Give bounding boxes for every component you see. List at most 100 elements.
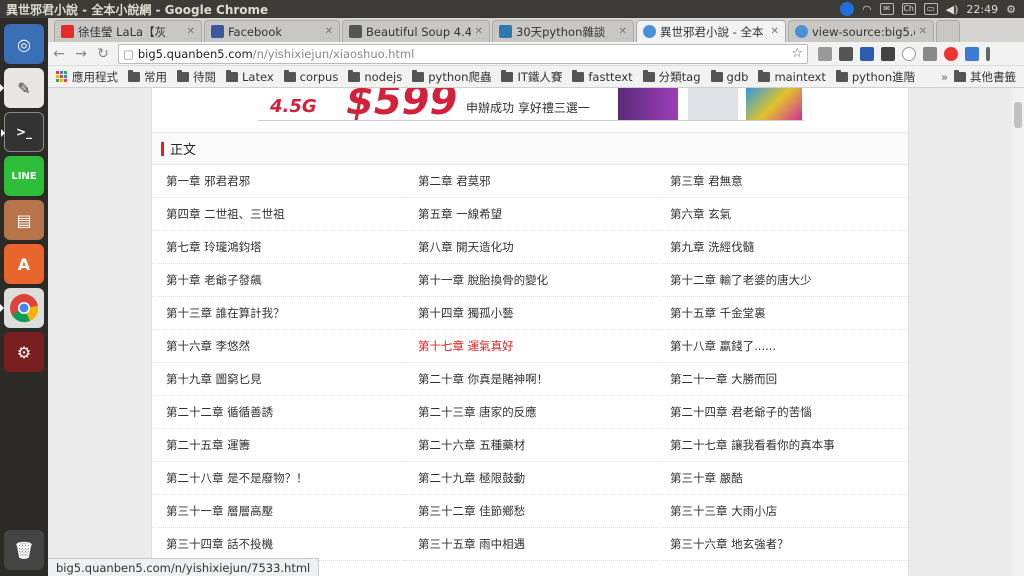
chapter-link[interactable]: 第十九章 圖窮匕見 [152,363,404,396]
extension-icon[interactable] [965,46,979,61]
apps-icon[interactable] [56,70,68,83]
bookmark-folder[interactable]: 常用 [128,69,167,85]
close-tab-icon[interactable]: ✕ [321,26,333,37]
bookmark-apps[interactable]: 應用程式 [72,69,118,85]
bookmark-folder[interactable]: maintext [758,69,826,84]
chapter-link[interactable]: 第十二章 輸了老婆的唐大少 [656,264,908,297]
chapter-link[interactable]: 第二十八章 是不是廢物？！ [152,462,404,495]
chapter-link[interactable]: 第十一章 脫胎換骨的變化 [404,264,656,297]
volume-icon[interactable]: ◀) [946,3,959,16]
tab-facebook[interactable]: Facebook ✕ [204,20,340,42]
chapter-link[interactable]: 第一章 邪君君邪 [152,165,404,198]
bookmark-folder[interactable]: gdb [710,69,748,84]
chapter-link[interactable]: 第二十章 你真是賭神啊！ [404,363,656,396]
tab-novel[interactable]: 異世邪君小說 - 全本 ✕ [636,20,786,42]
chapter-link[interactable]: 第十七章 運氣真好 [404,330,656,363]
bookmark-folder[interactable]: 待閱 [177,69,216,85]
extension-icon[interactable] [881,46,895,61]
chapter-link[interactable]: 第三十一章 層層高壓 [152,495,404,528]
scrollbar-thumb[interactable] [1014,102,1022,128]
ubuntu-dash-icon[interactable]: ◎ [4,24,44,64]
wifi-icon[interactable]: ◠ [862,3,872,16]
status-icon[interactable] [840,2,855,16]
extension-icon[interactable] [944,46,958,61]
page-scrollbar[interactable] [1012,88,1024,576]
bookmark-folder[interactable]: python爬蟲 [412,69,491,85]
reload-button[interactable]: ↻ [92,46,114,62]
chapter-link[interactable]: 第二十二章 循循善誘 [152,396,404,429]
line-app-icon[interactable]: LINE [4,156,44,196]
chapter-link[interactable]: 第十章 老爺子發飆 [152,264,404,297]
bookmark-folder[interactable]: corpus [283,69,338,84]
chapter-link[interactable]: 第三十二章 佳節鄉愁 [404,495,656,528]
other-bookmarks[interactable]: 其他書籤 [954,69,1016,85]
new-tab-button[interactable] [936,20,960,42]
ad-banner[interactable]: 4.5G $599 申辦成功 享好禮三選一 [258,88,804,121]
text-editor-icon[interactable]: ✎ [0,68,44,108]
close-tab-icon[interactable]: ✕ [767,26,779,37]
bookmark-folder[interactable]: python進階 [835,69,915,85]
file-manager-icon[interactable]: ▤ [4,200,44,240]
chapter-link[interactable]: 第二章 君莫邪 [404,165,656,198]
battery-icon[interactable]: ▭ [923,3,938,15]
tab-ithelp[interactable]: 30天python雜談 ✕ [492,20,634,42]
address-bar[interactable]: ▢ big5.quanben5.com/n/yishixiejun/xiaosh… [118,43,808,64]
chapter-link[interactable]: 第十六章 李悠然 [152,330,404,363]
chapter-link[interactable]: 第六章 玄氣 [656,198,908,231]
chapter-link[interactable]: 第三十五章 雨中相遇 [404,528,656,561]
chapter-link[interactable]: 第十八章 贏錢了...... [656,330,908,363]
chrome-icon[interactable] [0,288,44,328]
mail-icon[interactable]: ✉ [879,3,894,15]
extension-icon[interactable] [923,46,937,61]
chapter-link[interactable]: 第二十九章 極限鼓動 [404,462,656,495]
close-tab-icon[interactable]: ✕ [471,26,483,37]
bookmarks-overflow-button[interactable]: » [941,70,948,84]
tab-view-source[interactable]: view-source:big5.q ✕ [788,20,934,42]
chapter-link[interactable]: 第八章 開天造化功 [404,231,656,264]
tab-beautiful-soup[interactable]: Beautiful Soup 4.4 ✕ [342,20,490,42]
chapter-link[interactable]: 第十五章 千金堂裏 [656,297,908,330]
chapter-link[interactable]: 第三章 君無意 [656,165,908,198]
clock[interactable]: 22:49 [966,3,998,16]
close-tab-icon[interactable]: ✕ [183,26,195,37]
close-tab-icon[interactable]: ✕ [915,26,927,37]
system-settings-icon[interactable]: ⚙ [4,332,44,372]
bookmark-folder[interactable]: 分類tag [642,69,701,85]
extension-icon[interactable] [860,46,874,61]
chapter-link[interactable]: 第三十章 嚴酷 [656,462,908,495]
bookmark-folder[interactable]: fasttext [572,69,633,84]
extension-icon[interactable] [839,46,853,61]
bookmark-folder[interactable]: Latex [226,69,274,84]
chapter-link[interactable]: 第三十三章 大雨小店 [656,495,908,528]
chapter-link[interactable]: 第二十一章 大勝而回 [656,363,908,396]
keyboard-indicator[interactable]: Ch [901,3,916,15]
terminal-icon[interactable]: >_ [1,112,44,152]
bookmark-folder[interactable]: IT鐵人賽 [501,69,562,85]
close-tab-icon[interactable]: ✕ [615,26,627,37]
chapter-link[interactable]: 第二十三章 唐家的反應 [404,396,656,429]
chapter-link[interactable]: 第三十六章 地玄強者？ [656,528,908,561]
chapter-link[interactable]: 第九章 洗經伐髓 [656,231,908,264]
tab-youtube[interactable]: 徐佳瑩 LaLa【灰 ✕ [54,20,202,42]
chapter-link[interactable]: 第二十七章 讓我看看你的真本事 [656,429,908,462]
extension-icon[interactable] [818,46,832,61]
chapter-link[interactable]: 第十三章 誰在算計我？ [152,297,404,330]
bookmark-folder[interactable]: nodejs [348,69,402,84]
chapter-link[interactable]: 第三十四章 話不投機 [152,528,404,561]
gear-icon[interactable]: ⚙ [1006,3,1016,16]
page-info-icon[interactable]: ▢ [123,47,134,61]
chapter-link[interactable]: 第四章 二世祖、三世祖 [152,198,404,231]
chapter-link[interactable]: 第十四章 獨孤小藝 [404,297,656,330]
back-button[interactable]: ← [48,46,70,62]
chapter-link[interactable]: 第五章 一線希望 [404,198,656,231]
chapter-link[interactable]: 第二十五章 運籌 [152,429,404,462]
trash-icon[interactable]: 🗑 [4,530,44,570]
software-center-icon[interactable]: A [4,244,44,284]
extension-icon[interactable] [902,46,916,61]
menu-icon[interactable] [986,46,990,61]
forward-button[interactable]: → [70,46,92,62]
bookmark-star-icon[interactable]: ☆ [791,46,803,61]
chapter-link[interactable]: 第二十六章 五種藥材 [404,429,656,462]
chapter-link[interactable]: 第二十四章 君老爺子的苦惱 [656,396,908,429]
chapter-link[interactable]: 第七章 玲瓏鴻鈞塔 [152,231,404,264]
